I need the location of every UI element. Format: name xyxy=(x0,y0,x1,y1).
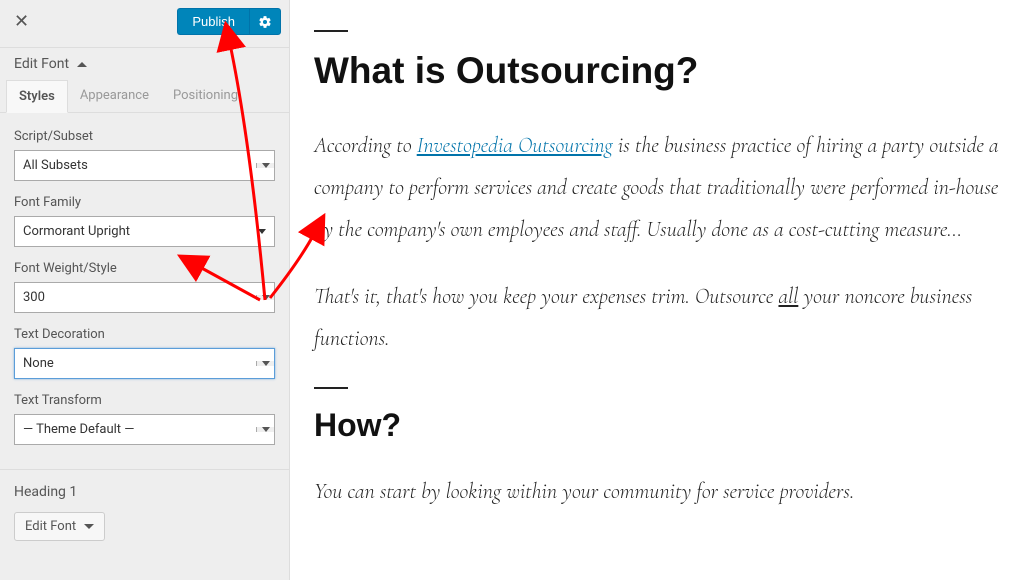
dropdown-toggle[interactable] xyxy=(256,361,274,366)
publish-settings-button[interactable] xyxy=(249,8,281,35)
content-paragraph-3: You can start by looking within your com… xyxy=(314,472,1016,514)
select-font-family-value: Cormorant Upright xyxy=(15,217,258,246)
tab-appearance[interactable]: Appearance xyxy=(68,80,161,112)
select-text-transform-value: — Theme Default — xyxy=(15,415,256,444)
select-font-weight-value: 300 xyxy=(15,283,256,312)
text: That's it, that's how you keep your expe… xyxy=(314,284,778,310)
sidebar-topbar: ✕ Publish xyxy=(0,0,289,47)
select-script-subset-value: All Subsets xyxy=(15,151,256,180)
content-paragraph-1: According to Investopedia Outsourcing is… xyxy=(314,126,1016,251)
tab-positioning[interactable]: Positioning xyxy=(161,80,250,112)
select-script-subset[interactable]: All Subsets xyxy=(14,150,275,181)
label-font-family: Font Family xyxy=(14,195,275,210)
label-font-weight: Font Weight/Style xyxy=(14,261,275,276)
dropdown-toggle[interactable] xyxy=(256,163,274,168)
select-font-weight[interactable]: 300 xyxy=(14,282,275,313)
tabs: Styles Appearance Positioning xyxy=(0,80,289,113)
publish-button[interactable]: Publish xyxy=(177,8,249,35)
chevron-down-icon xyxy=(262,295,270,300)
dropdown-toggle[interactable] xyxy=(256,295,274,300)
edit-font-button-label: Edit Font xyxy=(25,519,76,534)
select-text-decoration-value: None xyxy=(15,349,256,378)
label-text-transform: Text Transform xyxy=(14,393,275,408)
content-link-investopedia[interactable]: Investopedia Outsourcing xyxy=(417,133,613,159)
label-script-subset: Script/Subset xyxy=(14,129,275,144)
close-icon[interactable]: ✕ xyxy=(14,11,29,32)
select-font-family[interactable]: Cormorant Upright xyxy=(14,216,275,247)
preview-pane: What is Outsourcing? According to Invest… xyxy=(290,0,1032,580)
chevron-down-icon xyxy=(84,524,94,529)
divider xyxy=(314,387,348,389)
caret-up-icon xyxy=(77,62,87,67)
chevron-down-icon xyxy=(262,163,270,168)
edit-font-button-heading1[interactable]: Edit Font xyxy=(14,512,105,541)
publish-group: Publish xyxy=(177,8,281,35)
chevron-down-icon xyxy=(262,361,270,366)
select-text-transform[interactable]: — Theme Default — xyxy=(14,414,275,445)
select-text-decoration[interactable]: None xyxy=(14,348,275,379)
content-heading-1: What is Outsourcing? xyxy=(314,50,1016,92)
heading1-label: Heading 1 xyxy=(14,484,275,500)
content-paragraph-2: That's it, that's how you keep your expe… xyxy=(314,277,1016,361)
text: According to xyxy=(314,133,417,159)
tab-styles[interactable]: Styles xyxy=(6,80,68,113)
label-text-decoration: Text Decoration xyxy=(14,327,275,342)
section-header-label: Edit Font xyxy=(14,56,69,72)
section-header-edit-font[interactable]: Edit Font xyxy=(0,47,289,80)
dropdown-toggle[interactable] xyxy=(256,427,274,432)
content-heading-2: How? xyxy=(314,407,1016,444)
heading1-section: Heading 1 Edit Font xyxy=(0,469,289,555)
chevron-down-icon xyxy=(262,427,270,432)
divider xyxy=(314,30,348,32)
chevron-down-icon xyxy=(258,229,266,234)
gear-icon xyxy=(258,15,272,29)
controls-panel: Script/Subset All Subsets Font Family Co… xyxy=(0,113,289,459)
customizer-sidebar: ✕ Publish Edit Font Styles Appearance Po… xyxy=(0,0,290,580)
content-underlined-all: all xyxy=(778,284,798,310)
